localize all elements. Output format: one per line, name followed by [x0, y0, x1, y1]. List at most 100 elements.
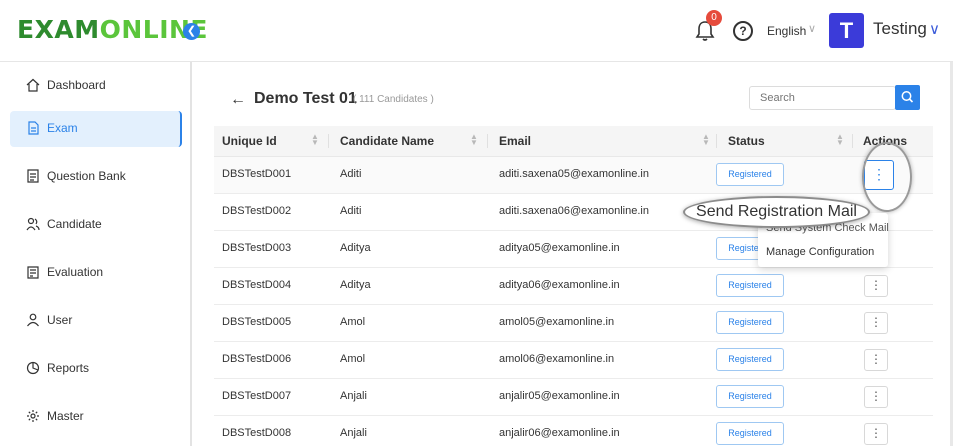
app-root: EXAMONLINE ❮ 0 ? English ∨ T Testing ∨ D…: [0, 0, 953, 446]
cell-candidate-name: Amol: [340, 316, 366, 328]
cell-unique-id: DBSTestD006: [222, 353, 292, 365]
sidebar-item-label: User: [47, 313, 73, 327]
actions-menu-button[interactable]: ⋮: [864, 423, 888, 445]
cell-email: aditi.saxena05@examonline.in: [499, 168, 649, 180]
pie-chart-icon: [26, 361, 40, 375]
help-icon[interactable]: ?: [733, 21, 753, 41]
cell-unique-id: DBSTestD004: [222, 279, 292, 291]
actions-menu-button[interactable]: ⋮: [864, 386, 888, 408]
sort-icon[interactable]: ▲ ▼: [470, 133, 478, 147]
cell-candidate-name: Amol: [340, 353, 366, 365]
cell-email: amol05@examonline.in: [499, 316, 615, 328]
sidebar-item-evaluation[interactable]: Evaluation: [10, 255, 182, 291]
cell-unique-id: DBSTestD003: [222, 242, 292, 254]
table-header: Unique Id ▲ ▼ Candidate Name ▲ ▼ Email ▲ ▼ …: [214, 126, 933, 157]
cell-candidate-name: Anjali: [340, 390, 367, 402]
sidebar-item-label: Master: [47, 409, 84, 423]
search-input[interactable]: [749, 86, 896, 110]
sidebar: Dashboard Exam Question Bank Candidate E…: [0, 62, 192, 446]
notification-badge: 0: [706, 10, 722, 26]
sort-icon[interactable]: ▲ ▼: [311, 133, 319, 147]
gear-icon: [27, 410, 39, 422]
column-header-candidate-name[interactable]: Candidate Name: [340, 134, 434, 148]
cell-candidate-name: Anjali: [340, 427, 367, 439]
menu-item-manage-configuration[interactable]: Manage Configuration: [766, 246, 874, 258]
top-header: EXAMONLINE ❮ 0 ? English ∨ T Testing ∨: [0, 0, 953, 62]
sidebar-item-label: Reports: [47, 361, 90, 375]
user-name[interactable]: Testing: [873, 19, 927, 39]
column-header-actions: Actions: [863, 134, 908, 148]
avatar[interactable]: T: [829, 13, 864, 48]
cell-candidate-name: Aditya: [340, 279, 371, 291]
clipboard-icon: [27, 266, 39, 279]
sidebar-item-label: Candidate: [47, 217, 102, 231]
back-arrow-icon[interactable]: ←: [230, 91, 246, 109]
chevron-down-icon[interactable]: ∨: [808, 22, 816, 35]
actions-menu-button[interactable]: ⋮: [864, 275, 888, 297]
cell-candidate-name: Aditi: [340, 168, 362, 180]
search-button[interactable]: [895, 85, 920, 110]
sidebar-item-label: Question Bank: [47, 169, 126, 183]
status-badge[interactable]: Registered: [716, 274, 784, 297]
sidebar-item-reports[interactable]: Reports: [10, 351, 182, 387]
cell-email: anjalir05@examonline.in: [499, 390, 620, 402]
sidebar-item-master[interactable]: Master: [10, 399, 182, 435]
sidebar-item-label: Exam: [47, 121, 78, 135]
app-logo[interactable]: EXAMONLINE: [17, 15, 208, 45]
sidebar-toggle-icon[interactable]: ❮: [183, 23, 200, 40]
table-row[interactable]: DBSTestD007 Anjali anjalir05@examonline.…: [214, 379, 933, 416]
actions-menu-button[interactable]: ⋮: [864, 312, 888, 334]
status-badge[interactable]: Registered: [716, 385, 784, 408]
cell-unique-id: DBSTestD002: [222, 205, 292, 217]
sort-icon[interactable]: ▲ ▼: [836, 133, 844, 147]
column-separator: [328, 134, 329, 148]
sidebar-item-user[interactable]: User: [10, 303, 182, 339]
sort-icon[interactable]: ▲ ▼: [702, 133, 710, 147]
table-row[interactable]: DBSTestD004 Aditya aditya06@examonline.i…: [214, 268, 933, 305]
table-row[interactable]: DBSTestD008 Anjali anjalir06@examonline.…: [214, 416, 933, 446]
language-selector[interactable]: English: [767, 24, 806, 38]
status-badge[interactable]: Registered: [716, 348, 784, 371]
cell-unique-id: DBSTestD008: [222, 427, 292, 439]
column-header-unique-id[interactable]: Unique Id: [222, 134, 277, 148]
column-separator: [852, 134, 853, 148]
cell-unique-id: DBSTestD005: [222, 316, 292, 328]
users-icon: [26, 217, 40, 231]
cell-candidate-name: Aditya: [340, 242, 371, 254]
cell-unique-id: DBSTestD007: [222, 390, 292, 402]
cell-email: aditi.saxena06@examonline.in: [499, 205, 649, 217]
sidebar-item-dashboard[interactable]: Dashboard: [10, 68, 182, 104]
actions-menu-button[interactable]: ⋮: [864, 160, 894, 190]
sidebar-item-label: Evaluation: [47, 265, 104, 279]
cell-unique-id: DBSTestD001: [222, 168, 292, 180]
table-row[interactable]: DBSTestD001 Aditi aditi.saxena05@examonl…: [214, 157, 933, 194]
table-row[interactable]: DBSTestD005 Amol amol05@examonline.in Re…: [214, 305, 933, 342]
cell-email: amol06@examonline.in: [499, 353, 615, 365]
sidebar-item-exam[interactable]: Exam: [10, 111, 182, 147]
sidebar-item-candidate[interactable]: Candidate: [10, 207, 182, 243]
page-title: Demo Test 01: [254, 90, 357, 107]
status-badge[interactable]: Registered: [716, 422, 784, 445]
actions-menu-button[interactable]: ⋮: [864, 349, 888, 371]
cell-candidate-name: Aditi: [340, 205, 362, 217]
home-icon: [26, 78, 40, 92]
status-badge[interactable]: Registered: [716, 163, 784, 186]
sidebar-item-label: Dashboard: [47, 78, 106, 92]
search-icon: [901, 91, 914, 103]
logo-text-exam: EXAM: [17, 15, 100, 44]
user-icon: [27, 313, 39, 327]
sidebar-item-question-bank[interactable]: Question Bank: [10, 159, 182, 195]
candidate-count: ( 111 Candidates ): [353, 94, 434, 105]
cell-email: aditya05@examonline.in: [499, 242, 620, 254]
column-separator: [716, 134, 717, 148]
cell-email: anjalir06@examonline.in: [499, 427, 620, 439]
user-menu-chevron-icon[interactable]: ∨: [929, 20, 940, 38]
status-badge[interactable]: Registered: [716, 311, 784, 334]
table-row[interactable]: DBSTestD006 Amol amol06@examonline.in Re…: [214, 342, 933, 379]
list-icon: [27, 169, 39, 183]
cell-email: aditya06@examonline.in: [499, 279, 620, 291]
column-header-email[interactable]: Email: [499, 134, 531, 148]
column-header-status[interactable]: Status: [728, 134, 765, 148]
column-separator: [487, 134, 488, 148]
menu-item-send-registration-mail[interactable]: Send Registration Mail: [683, 196, 870, 228]
